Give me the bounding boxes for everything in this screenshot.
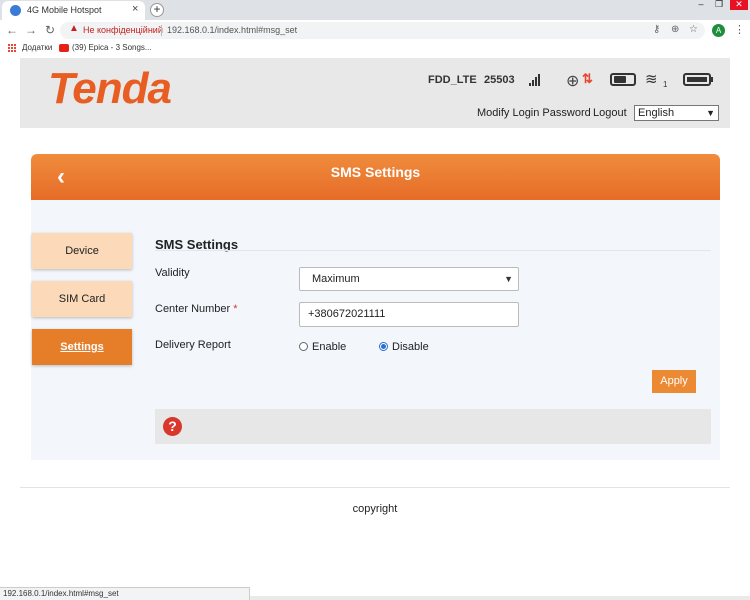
page-title: SMS Settings xyxy=(330,164,421,180)
favicon-icon xyxy=(10,5,21,16)
bookmark-apps[interactable]: Додатки xyxy=(22,43,52,52)
router-header: Tenda FDD_LTE 25503 ⊕ ⇅ ≋ 1 Modify Login… xyxy=(20,58,730,128)
footer-divider xyxy=(20,487,730,488)
center-number-label: Center Number * xyxy=(155,303,238,315)
browser-tab[interactable]: 4G Mobile Hotspot × xyxy=(2,1,145,20)
toggle-icon xyxy=(610,73,636,86)
copyright-text: copyright xyxy=(352,503,398,515)
tab-title: 4G Mobile Hotspot xyxy=(27,5,102,15)
delivery-enable-label[interactable]: Enable xyxy=(312,341,346,353)
reload-icon[interactable]: ↻ xyxy=(43,23,57,37)
data-transfer-icon: ⇅ xyxy=(582,71,593,86)
minimize-icon[interactable]: – xyxy=(694,0,708,10)
delivery-enable-radio[interactable] xyxy=(299,342,308,351)
warning-icon[interactable]: ▲ xyxy=(69,23,79,34)
new-tab-button[interactable]: + xyxy=(150,3,164,17)
help-box: ? xyxy=(155,409,711,444)
browser-toolbar: ← → ↻ ▲ Не конфіденційний 192.168.0.1/in… xyxy=(0,20,750,42)
validity-value: Maximum xyxy=(312,273,360,285)
nav-settings[interactable]: Settings xyxy=(32,329,132,365)
window-controls: – ❐ ✕ xyxy=(690,0,750,10)
url-text[interactable]: 192.168.0.1/index.html#msg_set xyxy=(167,25,297,35)
divider xyxy=(155,250,711,251)
required-mark: * xyxy=(233,303,238,315)
key-icon[interactable]: ⚷ xyxy=(653,24,660,35)
language-value: English xyxy=(638,107,675,119)
close-window-icon[interactable]: ✕ xyxy=(730,0,748,10)
chevron-down-icon: ▼ xyxy=(706,108,715,118)
profile-avatar[interactable]: A xyxy=(712,24,725,37)
status-bar: 192.168.0.1/index.html#msg_set xyxy=(0,587,250,600)
center-number-field[interactable]: +380672021111 xyxy=(299,302,519,327)
wifi-icon: ≋ xyxy=(645,71,658,88)
bookmarks-bar: Додатки (39) Epica - 3 Songs... xyxy=(0,42,750,56)
browser-tab-strip: 4G Mobile Hotspot × + – ❐ ✕ xyxy=(0,0,750,20)
center-number-label-text: Center Number xyxy=(155,303,231,315)
zoom-icon[interactable]: ⊕ xyxy=(671,24,679,35)
language-select[interactable]: English ▼ xyxy=(634,105,719,121)
page-banner: ‹ SMS Settings xyxy=(31,154,720,200)
chevron-down-icon: ▼ xyxy=(504,274,513,284)
delivery-report-label: Delivery Report xyxy=(155,339,231,351)
horizontal-scrollbar[interactable] xyxy=(250,596,750,600)
logout-link[interactable]: Logout xyxy=(593,107,627,119)
tab-close-icon[interactable]: × xyxy=(132,3,138,15)
validity-label: Validity xyxy=(155,267,190,279)
delivery-disable-radio[interactable] xyxy=(379,342,388,351)
modify-password-link[interactable]: Modify Login Password xyxy=(477,107,591,119)
validity-select[interactable]: Maximum ▼ xyxy=(299,267,519,291)
forward-icon[interactable]: → xyxy=(24,23,38,37)
star-icon[interactable]: ☆ xyxy=(689,24,698,35)
nav-sim-card[interactable]: SIM Card xyxy=(32,281,132,317)
nav-device[interactable]: Device xyxy=(32,233,132,269)
battery-icon xyxy=(683,73,713,86)
delivery-disable-label[interactable]: Disable xyxy=(392,341,429,353)
divider xyxy=(161,25,162,36)
insecure-label[interactable]: Не конфіденційний xyxy=(83,25,163,35)
apps-icon[interactable] xyxy=(8,44,17,53)
bookmark-epica[interactable]: (39) Epica - 3 Songs... xyxy=(72,43,152,52)
apply-button[interactable]: Apply xyxy=(652,370,696,393)
address-bar[interactable]: ▲ Не конфіденційний 192.168.0.1/index.ht… xyxy=(60,22,705,39)
network-type: FDD_LTE xyxy=(428,74,477,86)
menu-icon[interactable]: ⋮ xyxy=(734,23,745,36)
maximize-icon[interactable]: ❐ xyxy=(712,0,726,10)
tenda-logo: Tenda xyxy=(48,64,172,113)
wifi-clients-count: 1 xyxy=(663,80,668,89)
network-code: 25503 xyxy=(484,74,515,86)
globe-icon: ⊕ xyxy=(566,73,580,90)
help-icon[interactable]: ? xyxy=(163,417,182,436)
youtube-icon xyxy=(59,44,69,52)
back-icon[interactable]: ← xyxy=(5,23,19,37)
signal-strength-icon xyxy=(529,74,541,86)
